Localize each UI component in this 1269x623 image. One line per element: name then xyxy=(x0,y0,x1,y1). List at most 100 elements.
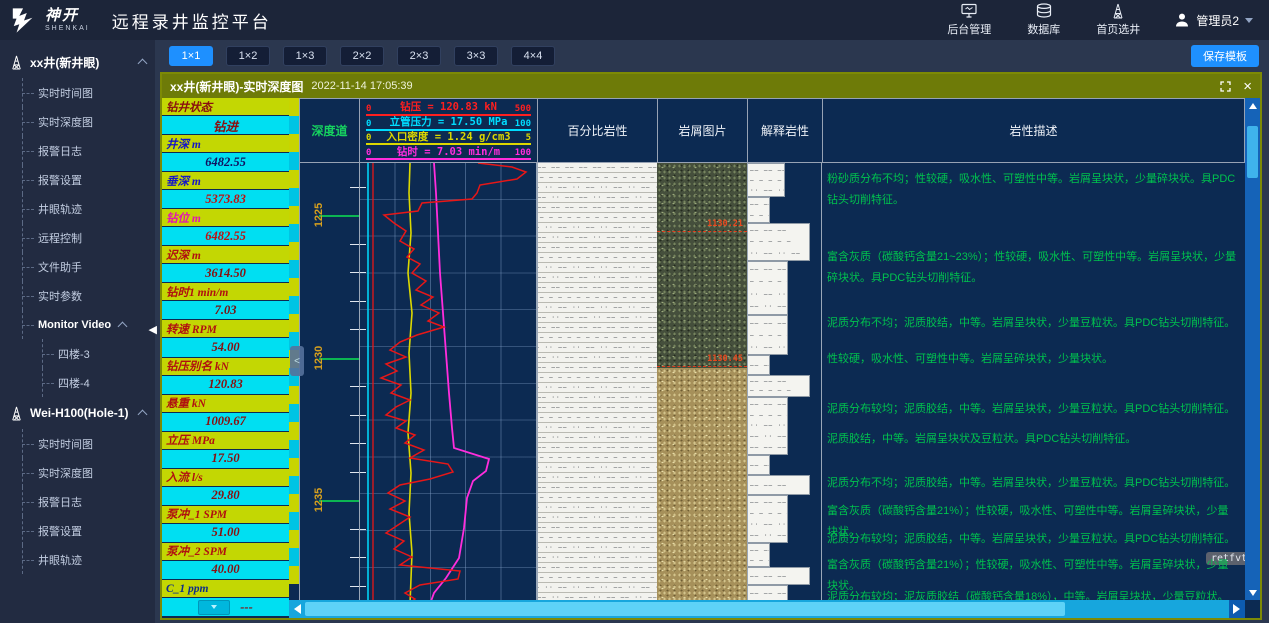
window-timestamp: 2022-11-14 17:05:39 xyxy=(311,80,412,92)
panel-collapse-handle[interactable]: < xyxy=(290,346,304,376)
plot-minor-tick xyxy=(360,557,366,558)
lith-description: 泥质分布较均；泥灰质胶结（碳酸钙含量18%），中等。岩屑呈块状，少量豆粒状。具P… xyxy=(827,587,1239,600)
layout-button-3×3[interactable]: 3×3 xyxy=(454,46,498,66)
sidebar-item-井眼轨迹[interactable]: 井眼轨迹 xyxy=(0,194,155,223)
vertical-scroll-thumb[interactable] xyxy=(1247,126,1258,178)
depth-strip-cell xyxy=(289,242,299,260)
cuttings-photo xyxy=(657,163,747,368)
user-menu[interactable]: 管理员2 xyxy=(1174,12,1253,29)
sidebar-well-node[interactable]: xx井(新井眼) xyxy=(0,46,155,78)
sidebar-collapse-handle[interactable]: ◀ xyxy=(149,323,157,336)
sidebar-item-报警设置[interactable]: 报警设置 xyxy=(0,165,155,194)
parameter-label: 迟深 m xyxy=(162,246,289,263)
horizontal-scroll-thumb[interactable] xyxy=(305,602,1065,616)
interp-lith-block: ―― ―― ――― ― ― ― ―·· ―― ·· ―― xyxy=(748,315,788,355)
sidebar-item-报警设置[interactable]: 报警设置 xyxy=(0,516,155,545)
depth-minor-tick xyxy=(350,415,359,416)
lith-description: 性较硬，吸水性、可塑性中等。岩屑呈碎块状，少量块状。 xyxy=(827,349,1239,370)
column-header-lith-desc: 岩性描述 xyxy=(822,98,1245,163)
scroll-left-button[interactable] xyxy=(289,600,305,618)
parameter-row: 钻井状态钻进 xyxy=(162,98,289,134)
sidebar-item-远程控制[interactable]: 远程控制 xyxy=(0,223,155,252)
parameter-value-text: 5373.83 xyxy=(205,192,246,207)
curve-入口密度 xyxy=(408,163,412,600)
parameter-row: 钻压别名 kN120.83 xyxy=(162,358,289,394)
top-header: 神开 SHENKAI 远程录井监控平台 后台管理 数据库 xyxy=(0,0,1269,40)
parameter-value-text: 7.03 xyxy=(215,303,237,318)
scroll-right-button[interactable] xyxy=(1229,600,1245,618)
depth-strip-cell xyxy=(289,512,299,530)
lith-pattern-row: ―― ·· ―― ―― ·· ―― ―― ·· ―― xyxy=(538,313,657,323)
close-icon[interactable]: × xyxy=(1243,79,1252,94)
parameter-dropdown-button[interactable] xyxy=(198,600,230,615)
cuttings-photo xyxy=(657,368,747,600)
sidebar-item-实时参数[interactable]: 实时参数 xyxy=(0,281,155,310)
parameter-label: 钻井状态 xyxy=(162,98,289,115)
window-titlebar: xx井(新井眼)-实时深度图 2022-11-14 17:05:39 × xyxy=(162,74,1260,98)
scroll-up-button[interactable] xyxy=(1245,98,1260,112)
horizontal-scrollbar[interactable] xyxy=(289,600,1245,618)
nav-well-select[interactable]: 首页选井 xyxy=(1096,3,1140,37)
maximize-icon[interactable] xyxy=(1220,81,1231,92)
save-template-button[interactable]: 保存模板 xyxy=(1191,45,1259,67)
app-root: 神开 SHENKAI 远程录井监控平台 后台管理 数据库 xyxy=(0,0,1269,623)
parameter-label: 悬重 kN xyxy=(162,395,289,412)
interp-pattern-row: ·· ―― ·· ―― xyxy=(750,250,807,257)
depth-strip-cell xyxy=(289,314,299,332)
parameter-row: 泵冲_1 SPM 51.00 xyxy=(162,506,289,542)
curve-钻压 xyxy=(381,163,526,600)
sample-depth-line xyxy=(657,231,747,232)
depth-strip-cell xyxy=(289,188,299,206)
interp-pattern-row: ―― ―― ―― xyxy=(750,320,785,327)
parameter-value-text: 51.00 xyxy=(211,525,239,540)
layout-button-1×3[interactable]: 1×3 xyxy=(283,46,327,66)
sidebar-item-文件助手[interactable]: 文件助手 xyxy=(0,252,155,281)
layout-button-4×4[interactable]: 4×4 xyxy=(511,46,555,66)
sidebar-well-node[interactable]: Wei-H100(Hole-1) xyxy=(0,397,155,429)
layout-button-2×3[interactable]: 2×3 xyxy=(397,46,441,66)
interp-pattern-row: ·· ―― ·· ―― xyxy=(750,521,785,528)
depth-strip-cell xyxy=(289,98,299,116)
parameter-label: 钻压别名 kN xyxy=(162,358,289,375)
sidebar-group-node[interactable]: Monitor Video xyxy=(0,310,155,339)
interp-pattern-row: ― ― ― ― ― xyxy=(750,332,785,339)
window-title: xx井(新井眼)-实时深度图 xyxy=(170,78,303,95)
user-icon xyxy=(1174,12,1190,28)
sidebar-item-报警日志[interactable]: 报警日志 xyxy=(0,487,155,516)
sidebar-item-实时时间图[interactable]: 实时时间图 xyxy=(0,78,155,107)
nav-backend-admin[interactable]: 后台管理 xyxy=(947,3,991,37)
vertical-scrollbar[interactable] xyxy=(1245,98,1260,600)
interp-lith-block: ―― ―― ――― ― ― ― ― xyxy=(748,543,770,567)
depth-minor-tick xyxy=(350,187,359,188)
brand-logo: 神开 SHENKAI xyxy=(0,7,100,34)
parameter-value-text: 17.50 xyxy=(211,451,239,466)
curve-max: 100 xyxy=(515,120,531,129)
lith-pattern-row: ―― ·· ―― ―― ·· ―― ―― ·· ―― xyxy=(538,233,657,243)
sample-depth-label: 1130.21 xyxy=(707,219,743,229)
scroll-down-button[interactable] xyxy=(1245,586,1260,600)
page-title: 远程录井监控平台 xyxy=(112,8,272,33)
sidebar-item-四楼-4[interactable]: 四楼-4 xyxy=(0,368,155,397)
sidebar-item-实时深度图[interactable]: 实时深度图 xyxy=(0,458,155,487)
layout-button-1×1[interactable]: 1×1 xyxy=(169,46,213,66)
interp-lith-block: ―― ―― ――― ― ― ― ― xyxy=(748,585,788,600)
parameter-label: 泵冲_1 SPM xyxy=(162,506,289,523)
curve-min: 0 xyxy=(366,105,371,114)
parameter-value-text: 6482.55 xyxy=(205,229,246,244)
parameter-value: 29.80 xyxy=(162,486,289,505)
parameter-value-text: 29.80 xyxy=(211,488,239,503)
interp-pattern-row: ― ― ― ― ― xyxy=(750,557,767,564)
lith-description: 泥质分布较均；泥质胶结，中等。岩屑呈块状，少量豆粒状。具PDC钻头切削特征。 xyxy=(827,529,1239,550)
layout-button-2×2[interactable]: 2×2 xyxy=(340,46,384,66)
sidebar-item-实时时间图[interactable]: 实时时间图 xyxy=(0,429,155,458)
sidebar-item-井眼轨迹[interactable]: 井眼轨迹 xyxy=(0,545,155,574)
nav-database[interactable]: 数据库 xyxy=(1027,3,1060,37)
sidebar-item-实时深度图[interactable]: 实时深度图 xyxy=(0,107,155,136)
sidebar-item-报警日志[interactable]: 报警日志 xyxy=(0,136,155,165)
layout-button-1×2[interactable]: 1×2 xyxy=(226,46,270,66)
parameter-row: 立压 MPa17.50 xyxy=(162,432,289,468)
sidebar-item-四楼-3[interactable]: 四楼-3 xyxy=(0,339,155,368)
parameter-value-text: 40.00 xyxy=(211,562,239,577)
lith-pattern-row: ―― ·· ―― ―― ·· ―― ―― ·· ―― xyxy=(538,193,657,203)
lith-pattern-row: ―― ·· ―― ―― ·· ―― ―― ·· ―― xyxy=(538,393,657,403)
